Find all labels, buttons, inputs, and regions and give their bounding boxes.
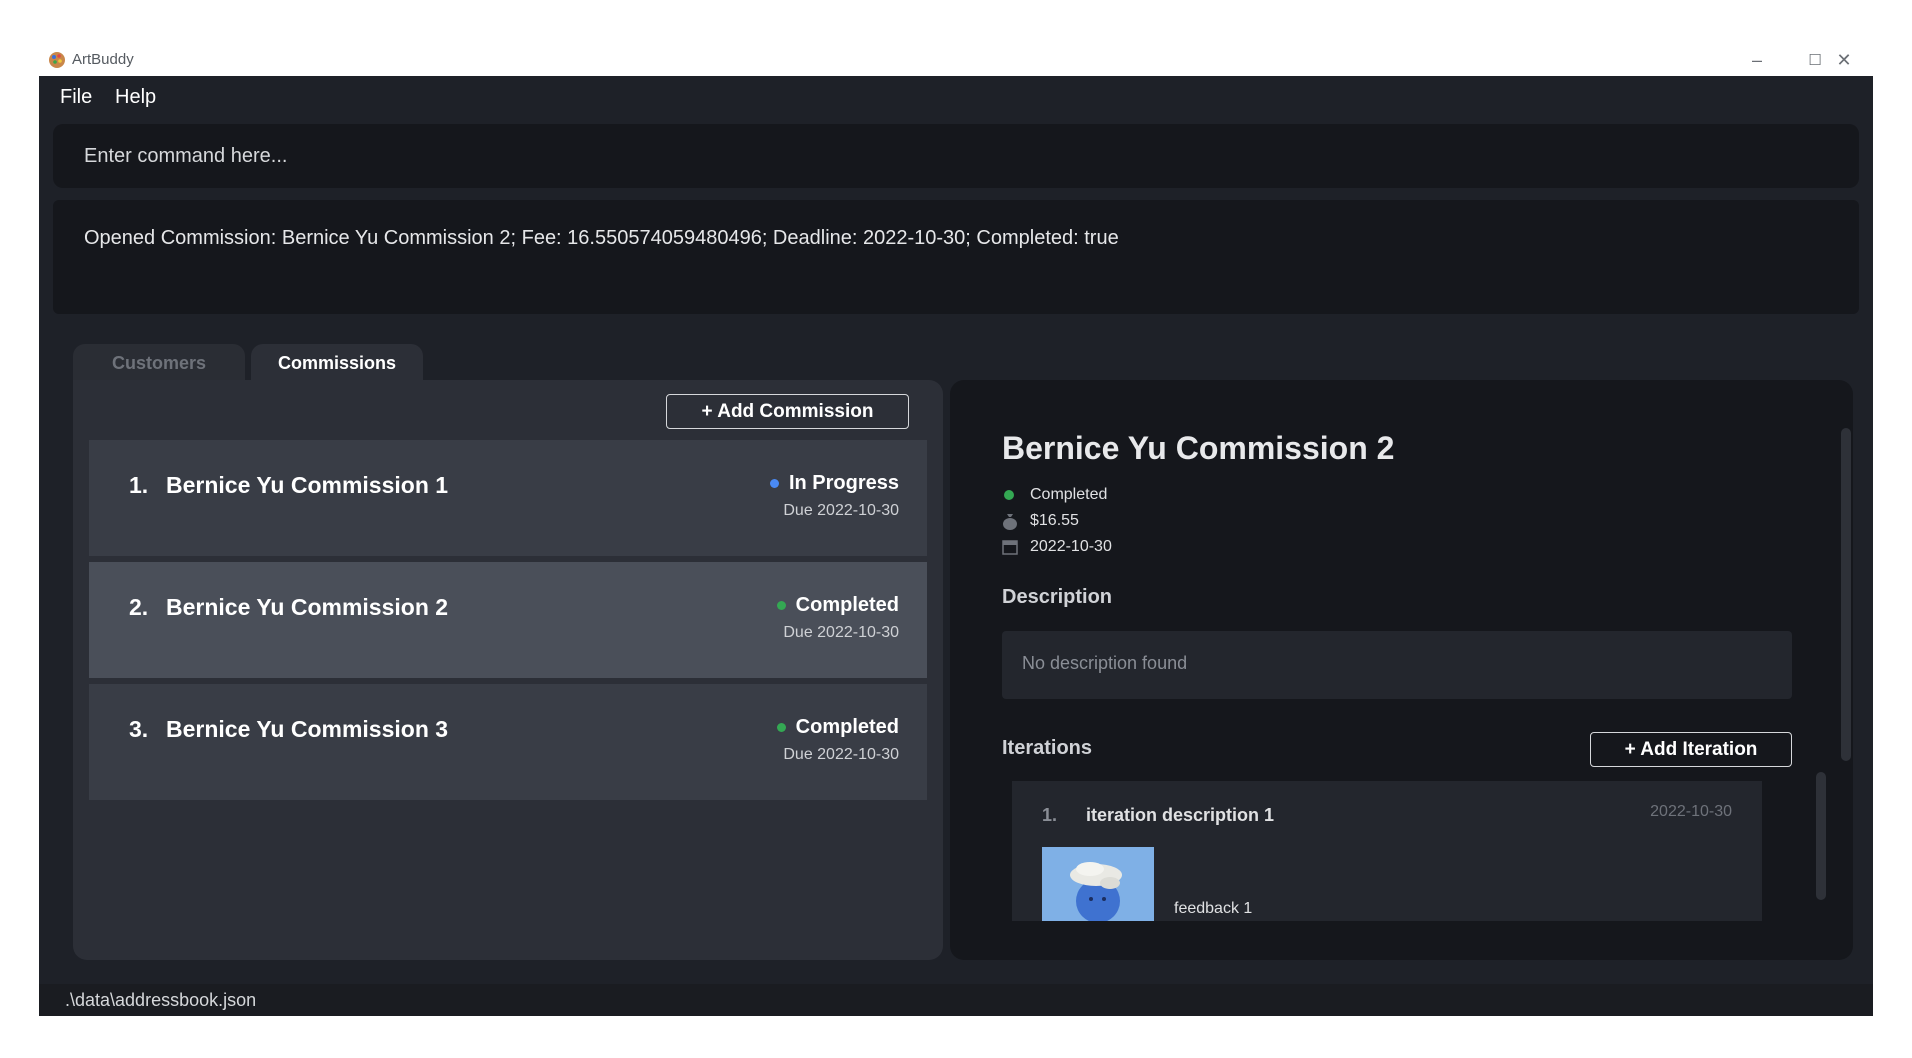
commission-index: 3. xyxy=(129,716,149,742)
commission-due: Due 2022-10-30 xyxy=(783,502,899,519)
commission-due: Due 2022-10-30 xyxy=(783,746,899,763)
commission-due: Due 2022-10-30 xyxy=(783,624,899,641)
menu-file[interactable]: File xyxy=(60,86,92,109)
data-file-path: .\data\addressbook.json xyxy=(65,990,257,1010)
window-title: ArtBuddy xyxy=(72,51,134,68)
menu-help[interactable]: Help xyxy=(115,86,156,109)
app-window: ArtBuddy – ☐ ✕ File Help Opened Commissi… xyxy=(39,44,1873,1016)
commission-list-panel: + Add Commission 1. Bernice Yu Commissio… xyxy=(73,380,943,960)
result-text: Opened Commission: Bernice Yu Commission… xyxy=(84,227,1119,249)
description-text: No description found xyxy=(1022,653,1188,673)
calendar-icon xyxy=(1002,539,1018,555)
detail-status: Completed xyxy=(1002,486,1107,504)
description-box: No description found xyxy=(1002,631,1792,699)
detail-title: Bernice Yu Commission 2 xyxy=(1002,430,1395,466)
close-button[interactable]: ✕ xyxy=(1815,44,1873,76)
status-dot-icon xyxy=(776,723,786,732)
iteration-image[interactable] xyxy=(1042,847,1154,921)
iteration-date: 2022-10-30 xyxy=(1650,803,1732,820)
detail-scrollbar[interactable] xyxy=(1841,428,1851,761)
app-logo-icon xyxy=(49,52,65,68)
status-dot-icon xyxy=(776,601,786,610)
commission-status: In Progress xyxy=(769,472,899,495)
detail-fee: $16.55 xyxy=(1002,512,1079,530)
title-bar: ArtBuddy – ☐ ✕ xyxy=(39,44,1873,76)
commission-name: Bernice Yu Commission 2 xyxy=(166,594,449,620)
add-commission-button[interactable]: + Add Commission xyxy=(666,394,909,429)
minimize-icon: – xyxy=(1751,49,1762,70)
commission-status: Completed xyxy=(776,594,899,617)
description-heading: Description xyxy=(1002,586,1113,608)
command-input[interactable] xyxy=(53,124,1859,188)
commission-status-label: In Progress xyxy=(788,472,899,494)
commission-detail-panel: Bernice Yu Commission 2 Completed $16.55… xyxy=(950,380,1853,960)
iteration-description: iteration description 1 xyxy=(1086,805,1275,825)
iterations-heading: Iterations xyxy=(1002,737,1093,759)
tab-commissions[interactable]: Commissions xyxy=(251,344,423,382)
commission-status-label: Completed xyxy=(795,594,899,616)
iteration-feedback: feedback 1 xyxy=(1174,900,1253,917)
result-display: Opened Commission: Bernice Yu Commission… xyxy=(53,200,1859,314)
minimize-button[interactable]: – xyxy=(1728,44,1786,76)
status-bar: .\data\addressbook.json xyxy=(39,984,1873,1016)
add-iteration-button[interactable]: + Add Iteration xyxy=(1590,732,1792,767)
commission-name: Bernice Yu Commission 3 xyxy=(166,716,449,742)
detail-fee-value: $16.55 xyxy=(1030,512,1079,529)
close-icon: ✕ xyxy=(1836,49,1852,70)
commission-index: 2. xyxy=(129,594,149,620)
detail-status-label: Completed xyxy=(1030,486,1108,503)
status-dot-icon xyxy=(769,479,779,488)
commission-status: Completed xyxy=(776,716,899,739)
money-bag-icon xyxy=(1002,512,1018,530)
commission-name: Bernice Yu Commission 1 xyxy=(166,472,449,498)
command-box xyxy=(53,124,1859,188)
tab-customers[interactable]: Customers xyxy=(73,344,245,382)
detail-deadline-value: 2022-10-30 xyxy=(1030,538,1112,555)
commission-index: 1. xyxy=(129,472,149,498)
status-dot-icon xyxy=(1002,490,1018,500)
commission-card[interactable]: 1. Bernice Yu Commission 1 In Progress D… xyxy=(89,440,927,556)
iterations-scrollbar[interactable] xyxy=(1816,772,1826,900)
commission-card-selected[interactable]: 2. Bernice Yu Commission 2 Completed Due… xyxy=(89,562,927,678)
commission-card[interactable]: 3. Bernice Yu Commission 3 Completed Due… xyxy=(89,684,927,800)
iteration-index: 1. xyxy=(1042,805,1058,825)
menu-bar: File Help xyxy=(39,76,1873,120)
iteration-card[interactable]: 1. iteration description 1 2022-10-30 fe… xyxy=(1012,781,1762,921)
commission-status-label: Completed xyxy=(795,716,899,738)
detail-deadline: 2022-10-30 xyxy=(1002,538,1112,556)
